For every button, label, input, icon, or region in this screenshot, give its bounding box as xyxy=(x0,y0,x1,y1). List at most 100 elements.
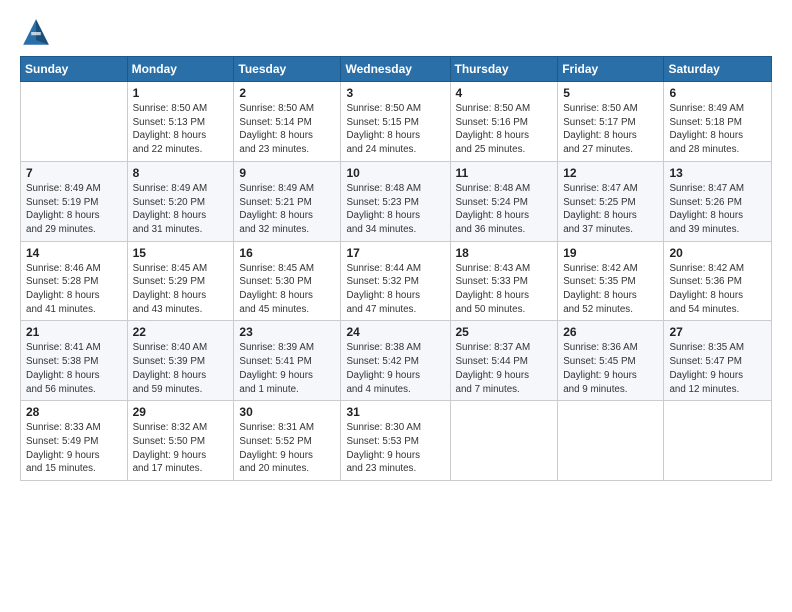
week-row-2: 7 Sunrise: 8:49 AM Sunset: 5:19 PM Daylig… xyxy=(21,161,772,241)
calendar-cell: 6 Sunrise: 8:49 AM Sunset: 5:18 PM Daylig… xyxy=(664,82,772,162)
day-number: 28 xyxy=(26,405,122,419)
day-number: 9 xyxy=(239,166,335,180)
day-info: Sunrise: 8:32 AM Sunset: 5:50 PM Dayligh… xyxy=(133,421,229,476)
calendar-cell: 31 Sunrise: 8:30 AM Sunset: 5:53 PM Dayli… xyxy=(341,401,450,481)
calendar-cell: 16 Sunrise: 8:45 AM Sunset: 5:30 PM Dayli… xyxy=(234,241,341,321)
week-row-5: 28 Sunrise: 8:33 AM Sunset: 5:49 PM Dayli… xyxy=(21,401,772,481)
calendar-cell: 22Sunrise: 8:40 AM Sunset: 5:39 PM Dayli… xyxy=(127,321,234,401)
calendar-cell: 19 Sunrise: 8:42 AM Sunset: 5:35 PM Dayli… xyxy=(558,241,664,321)
calendar-cell: 2 Sunrise: 8:50 AM Sunset: 5:14 PM Daylig… xyxy=(234,82,341,162)
calendar-cell: 5 Sunrise: 8:50 AM Sunset: 5:17 PM Daylig… xyxy=(558,82,664,162)
day-info: Sunrise: 8:48 AM Sunset: 5:23 PM Dayligh… xyxy=(346,182,444,237)
day-info: Sunrise: 8:50 AM Sunset: 5:14 PM Dayligh… xyxy=(239,102,335,157)
day-number: 1 xyxy=(133,86,229,100)
day-number: 23 xyxy=(239,325,335,339)
calendar-cell: 24 Sunrise: 8:38 AM Sunset: 5:42 PM Dayli… xyxy=(341,321,450,401)
calendar-cell: 15 Sunrise: 8:45 AM Sunset: 5:29 PM Dayli… xyxy=(127,241,234,321)
calendar-cell: 28 Sunrise: 8:33 AM Sunset: 5:49 PM Dayli… xyxy=(21,401,128,481)
day-info: Sunrise: 8:30 AM Sunset: 5:53 PM Dayligh… xyxy=(346,421,444,476)
day-info: Sunrise: 8:41 AM Sunset: 5:38 PM Dayligh… xyxy=(26,341,122,396)
logo xyxy=(20,16,56,48)
calendar-cell: 11 Sunrise: 8:48 AM Sunset: 5:24 PM Dayli… xyxy=(450,161,558,241)
day-number: 15 xyxy=(133,246,229,260)
calendar-cell: 25Sunrise: 8:37 AM Sunset: 5:44 PM Dayli… xyxy=(450,321,558,401)
calendar-cell: 20 Sunrise: 8:42 AM Sunset: 5:36 PM Dayli… xyxy=(664,241,772,321)
day-header-thursday: Thursday xyxy=(450,57,558,82)
day-number: 2 xyxy=(239,86,335,100)
day-number: 31 xyxy=(346,405,444,419)
calendar-cell: 8Sunrise: 8:49 AM Sunset: 5:20 PM Daylig… xyxy=(127,161,234,241)
day-info: Sunrise: 8:42 AM Sunset: 5:36 PM Dayligh… xyxy=(669,262,766,317)
day-number: 6 xyxy=(669,86,766,100)
day-number: 21 xyxy=(26,325,122,339)
week-row-3: 14 Sunrise: 8:46 AM Sunset: 5:28 PM Dayli… xyxy=(21,241,772,321)
day-number: 3 xyxy=(346,86,444,100)
day-header-wednesday: Wednesday xyxy=(341,57,450,82)
day-info: Sunrise: 8:43 AM Sunset: 5:33 PM Dayligh… xyxy=(456,262,553,317)
day-header-monday: Monday xyxy=(127,57,234,82)
calendar: SundayMondayTuesdayWednesdayThursdayFrid… xyxy=(20,56,772,481)
day-number: 20 xyxy=(669,246,766,260)
day-number: 10 xyxy=(346,166,444,180)
day-info: Sunrise: 8:38 AM Sunset: 5:42 PM Dayligh… xyxy=(346,341,444,396)
week-row-1: 1 Sunrise: 8:50 AM Sunset: 5:13 PM Daylig… xyxy=(21,82,772,162)
day-header-friday: Friday xyxy=(558,57,664,82)
calendar-cell: 10 Sunrise: 8:48 AM Sunset: 5:23 PM Dayli… xyxy=(341,161,450,241)
day-info: Sunrise: 8:45 AM Sunset: 5:30 PM Dayligh… xyxy=(239,262,335,317)
day-number: 27 xyxy=(669,325,766,339)
week-row-4: 21 Sunrise: 8:41 AM Sunset: 5:38 PM Dayli… xyxy=(21,321,772,401)
day-number: 5 xyxy=(563,86,658,100)
day-number: 29 xyxy=(133,405,229,419)
calendar-cell: 18 Sunrise: 8:43 AM Sunset: 5:33 PM Dayli… xyxy=(450,241,558,321)
day-header-saturday: Saturday xyxy=(664,57,772,82)
calendar-cell: 29 Sunrise: 8:32 AM Sunset: 5:50 PM Dayli… xyxy=(127,401,234,481)
day-number: 11 xyxy=(456,166,553,180)
day-info: Sunrise: 8:47 AM Sunset: 5:26 PM Dayligh… xyxy=(669,182,766,237)
day-number: 18 xyxy=(456,246,553,260)
day-info: Sunrise: 8:31 AM Sunset: 5:52 PM Dayligh… xyxy=(239,421,335,476)
calendar-cell: 3 Sunrise: 8:50 AM Sunset: 5:15 PM Daylig… xyxy=(341,82,450,162)
calendar-cell: 4 Sunrise: 8:50 AM Sunset: 5:16 PM Daylig… xyxy=(450,82,558,162)
day-number: 7 xyxy=(26,166,122,180)
day-info: Sunrise: 8:37 AM Sunset: 5:44 PM Dayligh… xyxy=(456,341,553,396)
calendar-cell xyxy=(664,401,772,481)
day-number: 4 xyxy=(456,86,553,100)
day-number: 22 xyxy=(133,325,229,339)
calendar-cell: 26Sunrise: 8:36 AM Sunset: 5:45 PM Dayli… xyxy=(558,321,664,401)
day-info: Sunrise: 8:45 AM Sunset: 5:29 PM Dayligh… xyxy=(133,262,229,317)
day-info: Sunrise: 8:50 AM Sunset: 5:17 PM Dayligh… xyxy=(563,102,658,157)
day-info: Sunrise: 8:49 AM Sunset: 5:18 PM Dayligh… xyxy=(669,102,766,157)
page: SundayMondayTuesdayWednesdayThursdayFrid… xyxy=(0,0,792,612)
day-info: Sunrise: 8:50 AM Sunset: 5:16 PM Dayligh… xyxy=(456,102,553,157)
day-info: Sunrise: 8:49 AM Sunset: 5:19 PM Dayligh… xyxy=(26,182,122,237)
calendar-cell: 17 Sunrise: 8:44 AM Sunset: 5:32 PM Dayli… xyxy=(341,241,450,321)
day-number: 16 xyxy=(239,246,335,260)
calendar-cell: 1 Sunrise: 8:50 AM Sunset: 5:13 PM Daylig… xyxy=(127,82,234,162)
logo-icon xyxy=(20,16,52,48)
calendar-cell: 14 Sunrise: 8:46 AM Sunset: 5:28 PM Dayli… xyxy=(21,241,128,321)
day-info: Sunrise: 8:36 AM Sunset: 5:45 PM Dayligh… xyxy=(563,341,658,396)
day-number: 19 xyxy=(563,246,658,260)
day-info: Sunrise: 8:33 AM Sunset: 5:49 PM Dayligh… xyxy=(26,421,122,476)
day-number: 12 xyxy=(563,166,658,180)
day-number: 8 xyxy=(133,166,229,180)
day-info: Sunrise: 8:48 AM Sunset: 5:24 PM Dayligh… xyxy=(456,182,553,237)
calendar-cell xyxy=(558,401,664,481)
day-number: 17 xyxy=(346,246,444,260)
day-info: Sunrise: 8:44 AM Sunset: 5:32 PM Dayligh… xyxy=(346,262,444,317)
day-info: Sunrise: 8:50 AM Sunset: 5:13 PM Dayligh… xyxy=(133,102,229,157)
day-info: Sunrise: 8:42 AM Sunset: 5:35 PM Dayligh… xyxy=(563,262,658,317)
calendar-cell xyxy=(21,82,128,162)
day-header-sunday: Sunday xyxy=(21,57,128,82)
calendar-cell: 9Sunrise: 8:49 AM Sunset: 5:21 PM Daylig… xyxy=(234,161,341,241)
day-info: Sunrise: 8:46 AM Sunset: 5:28 PM Dayligh… xyxy=(26,262,122,317)
header xyxy=(20,16,772,48)
day-info: Sunrise: 8:50 AM Sunset: 5:15 PM Dayligh… xyxy=(346,102,444,157)
day-number: 30 xyxy=(239,405,335,419)
day-number: 14 xyxy=(26,246,122,260)
day-number: 13 xyxy=(669,166,766,180)
calendar-cell: 13 Sunrise: 8:47 AM Sunset: 5:26 PM Dayli… xyxy=(664,161,772,241)
calendar-header-row: SundayMondayTuesdayWednesdayThursdayFrid… xyxy=(21,57,772,82)
day-number: 24 xyxy=(346,325,444,339)
day-info: Sunrise: 8:47 AM Sunset: 5:25 PM Dayligh… xyxy=(563,182,658,237)
